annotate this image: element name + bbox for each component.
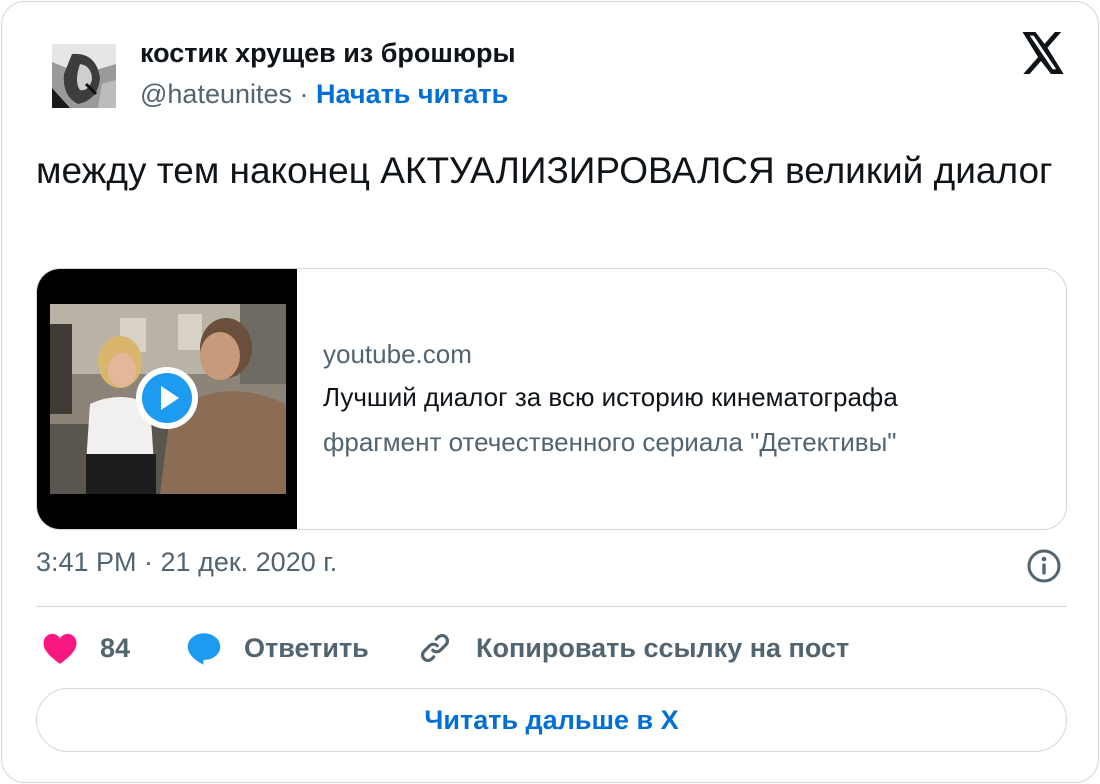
tweet-embed-card: костик хрущев из брошюры @hateunites · Н… bbox=[1, 1, 1099, 783]
tweet-timestamp[interactable]: 3:41 PM · 21 дек. 2020 г. bbox=[36, 547, 337, 578]
info-icon[interactable] bbox=[1026, 548, 1062, 584]
read-more-label: Читать дальше в X bbox=[424, 704, 679, 735]
copy-link-label: Копировать ссылку на пост bbox=[476, 632, 850, 663]
author-meta: @hateunites · Начать читать bbox=[140, 79, 508, 110]
author-handle[interactable]: @hateunites bbox=[140, 79, 292, 109]
link-description: фрагмент отечественного сериала "Детекти… bbox=[323, 427, 897, 457]
author-name[interactable]: костик хрущев из брошюры bbox=[140, 38, 516, 69]
reply-label: Ответить bbox=[244, 632, 369, 663]
x-logo-icon[interactable] bbox=[1020, 32, 1066, 74]
follow-link[interactable]: Начать читать bbox=[316, 79, 508, 109]
link-icon bbox=[420, 633, 450, 663]
link-title[interactable]: Лучший диалог за всю историю кинематогра… bbox=[323, 382, 898, 413]
like-count: 84 bbox=[100, 632, 131, 663]
copy-link-button[interactable]: Копировать ссылку на пост bbox=[416, 628, 849, 668]
tweet-text: между тем наконец АКТУАЛИЗИРОВАЛСЯ велик… bbox=[36, 150, 1053, 191]
like-button[interactable]: 84 bbox=[42, 628, 130, 668]
reply-button[interactable]: Ответить bbox=[186, 628, 369, 668]
speech-bubble-icon bbox=[187, 633, 221, 665]
avatar[interactable] bbox=[52, 44, 116, 108]
heart-icon bbox=[43, 633, 77, 664]
video-thumbnail[interactable] bbox=[37, 269, 297, 529]
play-icon[interactable] bbox=[135, 366, 199, 430]
divider bbox=[36, 606, 1067, 607]
link-domain: youtube.com bbox=[323, 339, 472, 369]
link-preview-card[interactable]: youtube.com Лучший диалог за всю историю… bbox=[36, 268, 1067, 530]
meta-separator: · bbox=[299, 79, 309, 109]
read-more-button[interactable]: Читать дальше в X bbox=[36, 688, 1067, 752]
